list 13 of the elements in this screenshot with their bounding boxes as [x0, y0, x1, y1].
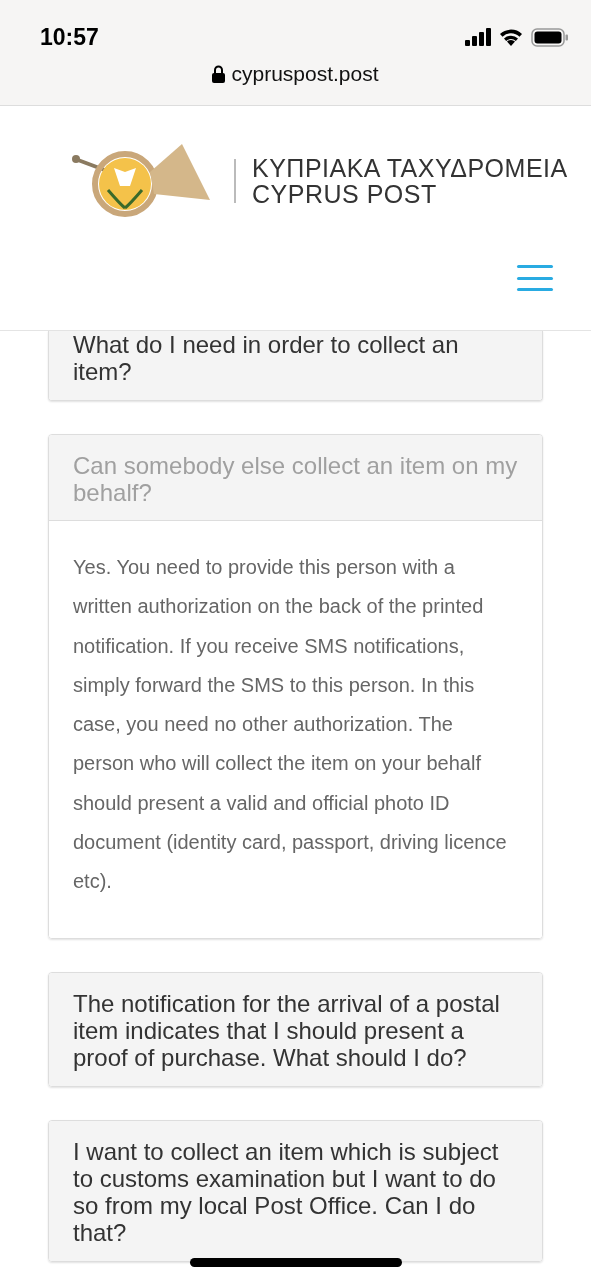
menu-button[interactable] [517, 265, 553, 291]
clock-time: 10:57 [40, 23, 99, 51]
wifi-icon [499, 28, 523, 46]
battery-icon [531, 27, 569, 47]
faq-answer: Yes. You need to provide this person with a written authorization on the back of the printed notification. If you receive SMS notifications, simply forward the SMS to this person. In this case, you need no other authorization. The person who will collect the item on your behalf should present a valid and official photo ID document (identity card, passport, driving licence etc). [49, 521, 542, 938]
logo-title: ΚΥΠΡΙΑΚΑ ΤΑΧΥΔΡΟΜΕΙΑ [252, 154, 568, 181]
logo-subtitle: CYPRUS POST [252, 181, 438, 208]
faq-question[interactable]: What do I need in order to collect an item? [49, 331, 542, 400]
faq-question[interactable]: The notification for the arrival of a postal item indicates that I should present a proof of purchase. What should I do? [49, 972, 542, 1086]
url-text[interactable]: cypruspost.post [231, 62, 379, 86]
signal-icon [465, 28, 491, 46]
faq-question[interactable]: I want to collect an item which is subject to customs examination but I want to do so from my local Post Office. Can I do that? [49, 1120, 542, 1261]
lock-icon [212, 65, 226, 83]
